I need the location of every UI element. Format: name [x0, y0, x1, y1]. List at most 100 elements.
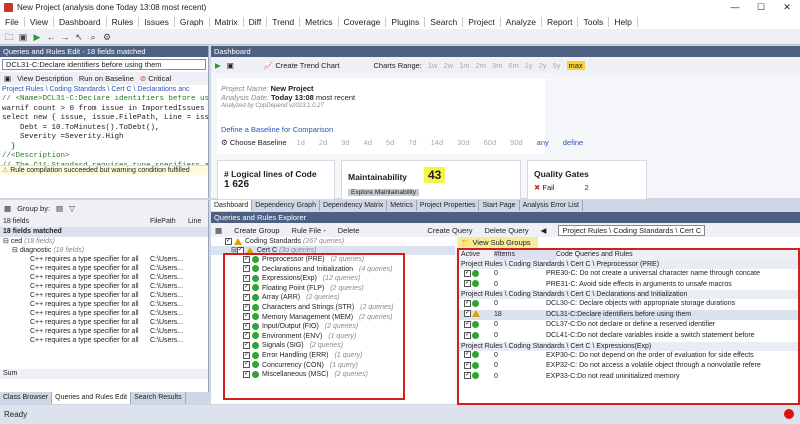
menu-item-plugins[interactable]: Plugins — [386, 16, 426, 27]
menu-item-report[interactable]: Report — [542, 16, 579, 27]
list-item[interactable]: C++ requires a type specifier for all C:\… — [0, 291, 208, 300]
tab-1[interactable]: Queries and Rules Edit — [52, 392, 132, 404]
menu-item-analyze[interactable]: Analyze — [501, 16, 542, 27]
breadcrumb[interactable]: Project Rules \ Coding Standards \ Cert … — [0, 85, 208, 95]
list-item[interactable]: C++ requires a type specifier for all C:\… — [0, 282, 208, 291]
list-item[interactable]: C++ requires a type specifier for all C:\… — [0, 318, 208, 327]
group-icon[interactable]: ▤ — [56, 204, 63, 213]
filepath-column[interactable]: FilePath — [150, 216, 188, 227]
tab-analysis-error-list[interactable]: Analysis Error List — [520, 200, 583, 211]
menu-item-metrics[interactable]: Metrics — [300, 16, 339, 27]
pointer-icon[interactable]: ↖ — [73, 31, 85, 43]
baseline-5d[interactable]: 5d — [386, 138, 394, 147]
baseline-3d[interactable]: 3d — [341, 138, 349, 147]
baseline-14d[interactable]: 14d — [431, 138, 444, 147]
filter-icon[interactable]: ▽ — [69, 204, 75, 213]
tree-root-label[interactable]: Coding Standards — [245, 238, 301, 245]
baseline-4d[interactable]: 4d — [364, 138, 372, 147]
create-query-button[interactable]: Create Query — [427, 226, 472, 235]
list-item[interactable]: C++ requires a type specifier for all C:\… — [0, 327, 208, 336]
settings-icon[interactable]: ⚙ — [101, 31, 113, 43]
menu-item-rules[interactable]: Rules — [107, 16, 140, 27]
baseline-1d[interactable]: 1d — [297, 138, 305, 147]
code-editor[interactable]: // <Name>DCL31-C:Declare identifiers bef… — [0, 95, 208, 165]
range-6m[interactable]: 6m — [508, 61, 518, 70]
list-item[interactable]: C++ requires a type specifier for all C:\… — [0, 300, 208, 309]
range-5y[interactable]: 5y — [553, 61, 561, 70]
back-icon[interactable]: ◀ — [541, 226, 547, 235]
menu-item-view[interactable]: View — [25, 16, 54, 27]
menu-item-tools[interactable]: Tools — [578, 16, 610, 27]
view-description-button[interactable]: View Description — [17, 74, 73, 83]
menu-item-help[interactable]: Help — [609, 16, 638, 27]
range-2m[interactable]: 2m — [475, 61, 485, 70]
baseline-2d[interactable]: 2d — [319, 138, 327, 147]
save-rule-icon[interactable]: ▣ — [4, 74, 11, 83]
delete-group-button[interactable]: Delete — [338, 226, 360, 235]
menu-item-file[interactable]: File — [0, 16, 25, 27]
ced-node[interactable]: ced — [11, 238, 22, 245]
list-item[interactable]: C++ requires a type specifier for all C:\… — [0, 255, 208, 264]
baseline-7d[interactable]: 7d — [408, 138, 416, 147]
menu-item-graph[interactable]: Graph — [175, 16, 210, 27]
baseline-90d[interactable]: 90d — [510, 138, 523, 147]
tab-dependency-graph[interactable]: Dependency Graph — [252, 200, 320, 211]
explore-maintainability-button[interactable]: Explore Maintainability — [348, 189, 420, 196]
tab-start-page[interactable]: Start Page — [479, 200, 520, 211]
range-3m[interactable]: 3m — [492, 61, 502, 70]
save-icon[interactable]: ▣ — [17, 31, 29, 43]
rule-name-field[interactable]: DCL31-C:Declare identifiers before using… — [2, 59, 206, 70]
grid-icon[interactable]: ▦ — [4, 204, 11, 213]
checkbox[interactable]: ✓ — [225, 237, 232, 245]
tab-project-properties[interactable]: Project Properties — [417, 200, 480, 211]
line-column[interactable]: Line — [188, 216, 201, 227]
run-icon[interactable]: ▶ — [31, 31, 43, 43]
run-icon[interactable]: ▶ — [215, 61, 221, 70]
forward-icon[interactable]: → — [59, 31, 71, 43]
rule-file-button[interactable]: Rule File - — [292, 226, 326, 235]
menu-item-coverage[interactable]: Coverage — [339, 16, 387, 27]
range-2y[interactable]: 2y — [539, 61, 547, 70]
list-item[interactable]: C++ requires a type specifier for all C:\… — [0, 273, 208, 282]
minimize-icon[interactable]: — — [722, 0, 748, 14]
define-baseline-link[interactable]: Define a Baseline for Comparison — [221, 125, 333, 134]
range-1m[interactable]: 1m — [459, 61, 469, 70]
expand-icon[interactable]: ⊟ — [3, 238, 9, 245]
menu-item-dashboard[interactable]: Dashboard — [54, 16, 107, 27]
tab-0[interactable]: Class Browser — [0, 392, 53, 404]
list-item[interactable]: C++ requires a type specifier for all C:\… — [0, 309, 208, 318]
open-icon[interactable]: 🗀 — [3, 31, 15, 43]
baseline-any[interactable]: any — [537, 138, 549, 147]
tab-2[interactable]: Search Results — [131, 392, 186, 404]
tab-dashboard[interactable]: Dashboard — [211, 200, 253, 211]
menu-item-matrix[interactable]: Matrix — [210, 16, 244, 27]
maximize-icon[interactable]: ☐ — [748, 0, 774, 14]
menu-item-diff[interactable]: Diff — [244, 16, 268, 27]
range-1y[interactable]: 1y — [525, 61, 533, 70]
menu-item-project[interactable]: Project — [463, 16, 501, 27]
choose-baseline-button[interactable]: ⚙ Choose Baseline — [221, 138, 287, 147]
record-icon[interactable] — [784, 409, 794, 419]
baseline-30d[interactable]: 30d — [457, 138, 470, 147]
diagnostic-node[interactable]: diagnostic — [20, 247, 52, 254]
create-trend-chart-button[interactable]: 📈 Create Trend Chart — [264, 61, 340, 70]
close-icon[interactable]: ✕ — [774, 0, 800, 14]
list-item[interactable]: C++ requires a type specifier for all C:\… — [0, 336, 208, 345]
delete-query-button[interactable]: Delete Query — [484, 226, 528, 235]
back-icon[interactable]: ← — [45, 31, 57, 43]
range-max[interactable]: max — [566, 60, 585, 70]
path-combo[interactable]: Project Rules \ Coding Standards \ Cert … — [558, 224, 706, 236]
export-icon[interactable]: ▣ — [227, 61, 234, 70]
explorer-icon[interactable]: ▦ — [215, 226, 222, 235]
search-icon[interactable]: ⌕ — [87, 31, 99, 43]
menu-item-issues[interactable]: Issues — [139, 16, 175, 27]
run-on-baseline-button[interactable]: Run on Baseline — [79, 74, 134, 83]
range-2w[interactable]: 2w — [443, 61, 453, 70]
create-group-button[interactable]: Create Group — [234, 226, 279, 235]
list-item[interactable]: C++ requires a type specifier for all C:\… — [0, 264, 208, 273]
baseline-define[interactable]: define — [563, 138, 583, 147]
tab-metrics[interactable]: Metrics — [387, 200, 417, 211]
tab-dependency-matrix[interactable]: Dependency Matrix — [320, 200, 388, 211]
menu-item-trend[interactable]: Trend — [267, 16, 301, 27]
range-1w[interactable]: 1w — [428, 61, 438, 70]
